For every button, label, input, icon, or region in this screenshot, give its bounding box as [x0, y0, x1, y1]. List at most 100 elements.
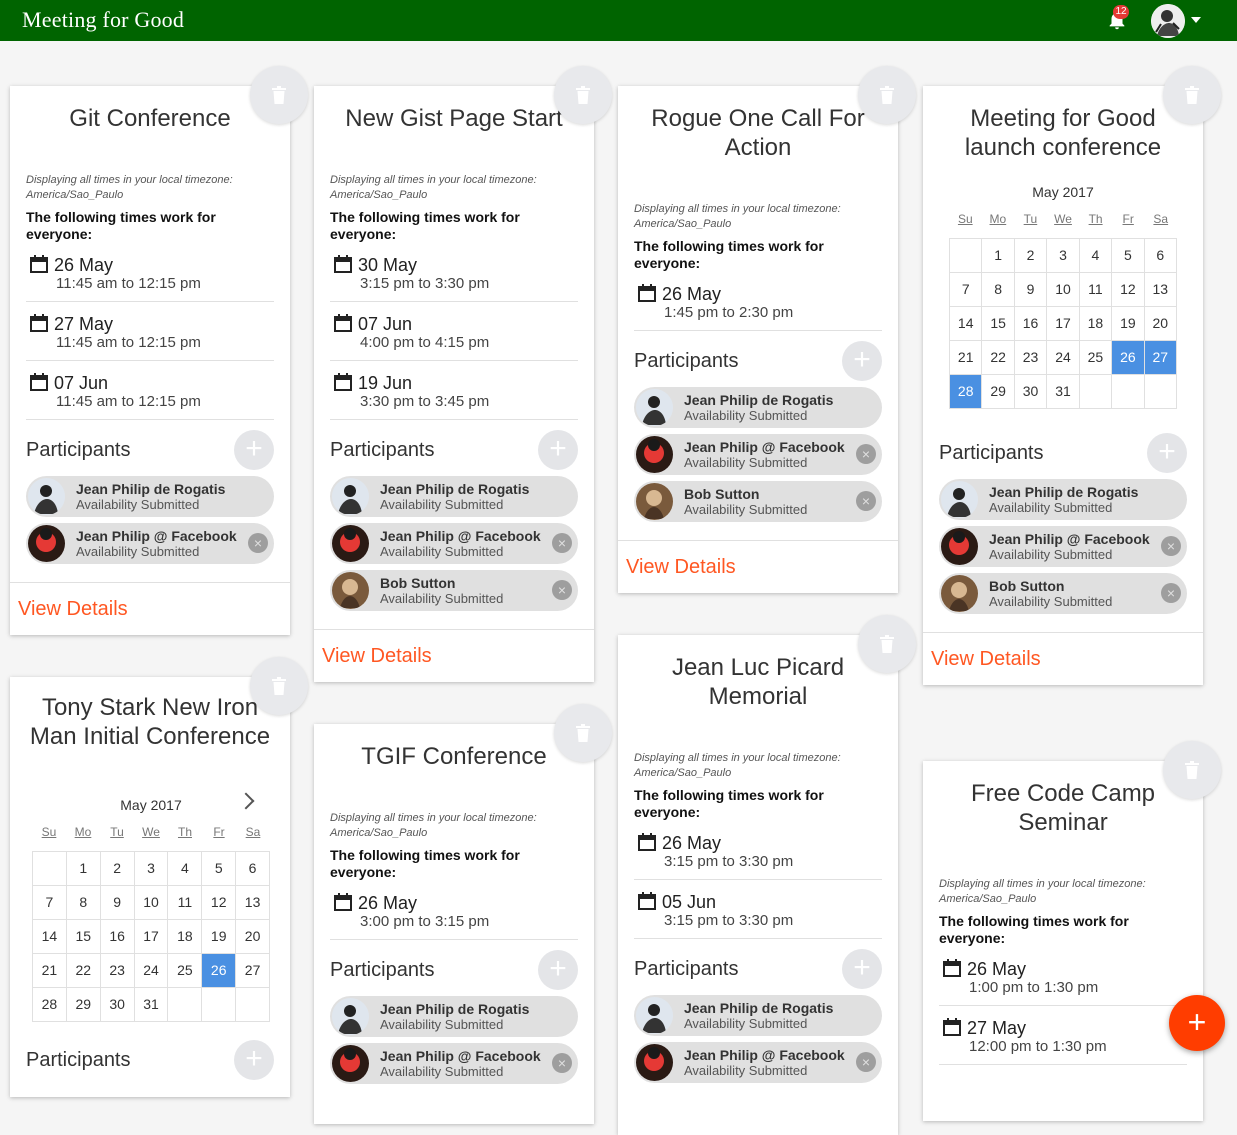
delete-event-button[interactable]: [1163, 66, 1221, 124]
calendar-day[interactable]: 10: [1047, 273, 1080, 307]
delete-event-button[interactable]: [250, 66, 308, 124]
calendar-day[interactable]: 30: [1014, 375, 1048, 409]
calendar-day[interactable]: 13: [236, 886, 270, 920]
calendar-day[interactable]: 12: [202, 886, 237, 920]
participant-chip[interactable]: Jean Philip de Rogatis Availability Subm…: [330, 476, 578, 517]
delete-event-button[interactable]: [554, 704, 612, 762]
view-details-link[interactable]: View Details: [314, 630, 594, 682]
remove-participant-icon[interactable]: ×: [856, 444, 876, 464]
calendar-day[interactable]: 1: [66, 852, 101, 886]
participant-chip[interactable]: Jean Philip de Rogatis Availability Subm…: [939, 479, 1187, 520]
calendar-day[interactable]: 28: [950, 375, 983, 409]
remove-participant-icon[interactable]: ×: [552, 533, 572, 553]
view-details-link[interactable]: View Details: [10, 583, 290, 635]
calendar-day[interactable]: 16: [1014, 307, 1048, 341]
calendar-day[interactable]: 27: [1144, 341, 1177, 375]
participant-chip[interactable]: Jean Philip @ Facebook Availability Subm…: [26, 523, 274, 564]
calendar-day[interactable]: 2: [100, 852, 135, 886]
calendar-day[interactable]: 1: [982, 239, 1015, 273]
calendar-day[interactable]: 20: [1144, 307, 1177, 341]
calendar-day[interactable]: 28: [33, 988, 67, 1022]
delete-event-button[interactable]: [250, 657, 308, 715]
user-avatar[interactable]: [1151, 4, 1185, 38]
calendar-day[interactable]: 4: [1079, 239, 1113, 273]
delete-event-button[interactable]: [554, 66, 612, 124]
calendar-day[interactable]: 19: [202, 920, 237, 954]
participant-chip[interactable]: Jean Philip @ Facebook Availability Subm…: [330, 1043, 578, 1084]
calendar-day[interactable]: 12: [1112, 273, 1145, 307]
calendar-day[interactable]: 17: [1047, 307, 1080, 341]
calendar-day[interactable]: 18: [168, 920, 203, 954]
remove-participant-icon[interactable]: ×: [552, 1053, 572, 1073]
calendar-day[interactable]: 25: [168, 954, 203, 988]
delete-event-button[interactable]: [1163, 741, 1221, 799]
calendar-day[interactable]: 4: [168, 852, 203, 886]
calendar-day[interactable]: 6: [1144, 239, 1177, 273]
calendar-day[interactable]: 8: [66, 886, 101, 920]
calendar-day[interactable]: 11: [1079, 273, 1113, 307]
view-details-link[interactable]: View Details: [923, 633, 1203, 685]
calendar-day[interactable]: 30: [100, 988, 135, 1022]
remove-participant-icon[interactable]: ×: [856, 491, 876, 511]
calendar-day[interactable]: 22: [66, 954, 101, 988]
delete-event-button[interactable]: [858, 66, 916, 124]
participant-chip[interactable]: Jean Philip de Rogatis Availability Subm…: [634, 995, 882, 1036]
calendar-day[interactable]: 14: [33, 920, 67, 954]
view-details-link[interactable]: View Details: [618, 541, 898, 593]
add-participant-button[interactable]: +: [538, 950, 578, 990]
participant-chip[interactable]: Jean Philip de Rogatis Availability Subm…: [330, 996, 578, 1037]
calendar-day[interactable]: 3: [134, 852, 169, 886]
remove-participant-icon[interactable]: ×: [552, 580, 572, 600]
calendar-day[interactable]: 7: [33, 886, 67, 920]
calendar-day[interactable]: 24: [1047, 341, 1080, 375]
participant-chip[interactable]: Jean Philip @ Facebook Availability Subm…: [939, 526, 1187, 567]
participant-chip[interactable]: Jean Philip de Rogatis Availability Subm…: [26, 476, 274, 517]
calendar-day[interactable]: 25: [1079, 341, 1113, 375]
calendar-day[interactable]: 19: [1112, 307, 1145, 341]
calendar-day[interactable]: 2: [1014, 239, 1048, 273]
add-participant-button[interactable]: +: [234, 1040, 274, 1080]
calendar-day[interactable]: 11: [168, 886, 203, 920]
calendar-day[interactable]: 26: [1112, 341, 1145, 375]
calendar-day[interactable]: 21: [950, 341, 983, 375]
calendar-day[interactable]: 20: [236, 920, 270, 954]
calendar-day[interactable]: 27: [236, 954, 270, 988]
calendar-day[interactable]: 31: [1047, 375, 1080, 409]
calendar-day[interactable]: 5: [202, 852, 237, 886]
calendar-day[interactable]: 22: [982, 341, 1015, 375]
calendar-day[interactable]: 29: [66, 988, 101, 1022]
calendar-day[interactable]: 9: [100, 886, 135, 920]
calendar-day[interactable]: 14: [950, 307, 983, 341]
calendar-day[interactable]: 17: [134, 920, 169, 954]
account-menu-caret-icon[interactable]: [1191, 17, 1201, 23]
add-participant-button[interactable]: +: [234, 430, 274, 470]
remove-participant-icon[interactable]: ×: [248, 533, 268, 553]
calendar-day[interactable]: 16: [100, 920, 135, 954]
calendar-day[interactable]: 5: [1112, 239, 1145, 273]
calendar-day[interactable]: 6: [236, 852, 270, 886]
calendar-day[interactable]: 3: [1047, 239, 1080, 273]
remove-participant-icon[interactable]: ×: [1161, 583, 1181, 603]
calendar-day[interactable]: 21: [33, 954, 67, 988]
calendar-day[interactable]: 13: [1144, 273, 1177, 307]
app-title[interactable]: Meeting for Good: [22, 7, 184, 33]
add-participant-button[interactable]: +: [842, 949, 882, 989]
calendar-day[interactable]: 7: [950, 273, 983, 307]
remove-participant-icon[interactable]: ×: [1161, 536, 1181, 556]
calendar-day[interactable]: 31: [134, 988, 169, 1022]
participant-chip[interactable]: Bob Sutton Availability Submitted ×: [634, 481, 882, 522]
calendar-day[interactable]: 29: [982, 375, 1015, 409]
calendar-day[interactable]: 15: [66, 920, 101, 954]
calendar-day[interactable]: 15: [982, 307, 1015, 341]
participant-chip[interactable]: Jean Philip de Rogatis Availability Subm…: [634, 387, 882, 428]
calendar-day[interactable]: 18: [1079, 307, 1113, 341]
calendar-day[interactable]: 26: [202, 954, 237, 988]
add-participant-button[interactable]: +: [842, 341, 882, 381]
remove-participant-icon[interactable]: ×: [856, 1052, 876, 1072]
calendar-day[interactable]: 9: [1014, 273, 1048, 307]
participant-chip[interactable]: Jean Philip @ Facebook Availability Subm…: [634, 1042, 882, 1083]
add-event-button[interactable]: +: [1169, 995, 1225, 1051]
calendar-day[interactable]: 23: [1014, 341, 1048, 375]
delete-event-button[interactable]: [858, 615, 916, 673]
calendar-day[interactable]: 10: [134, 886, 169, 920]
